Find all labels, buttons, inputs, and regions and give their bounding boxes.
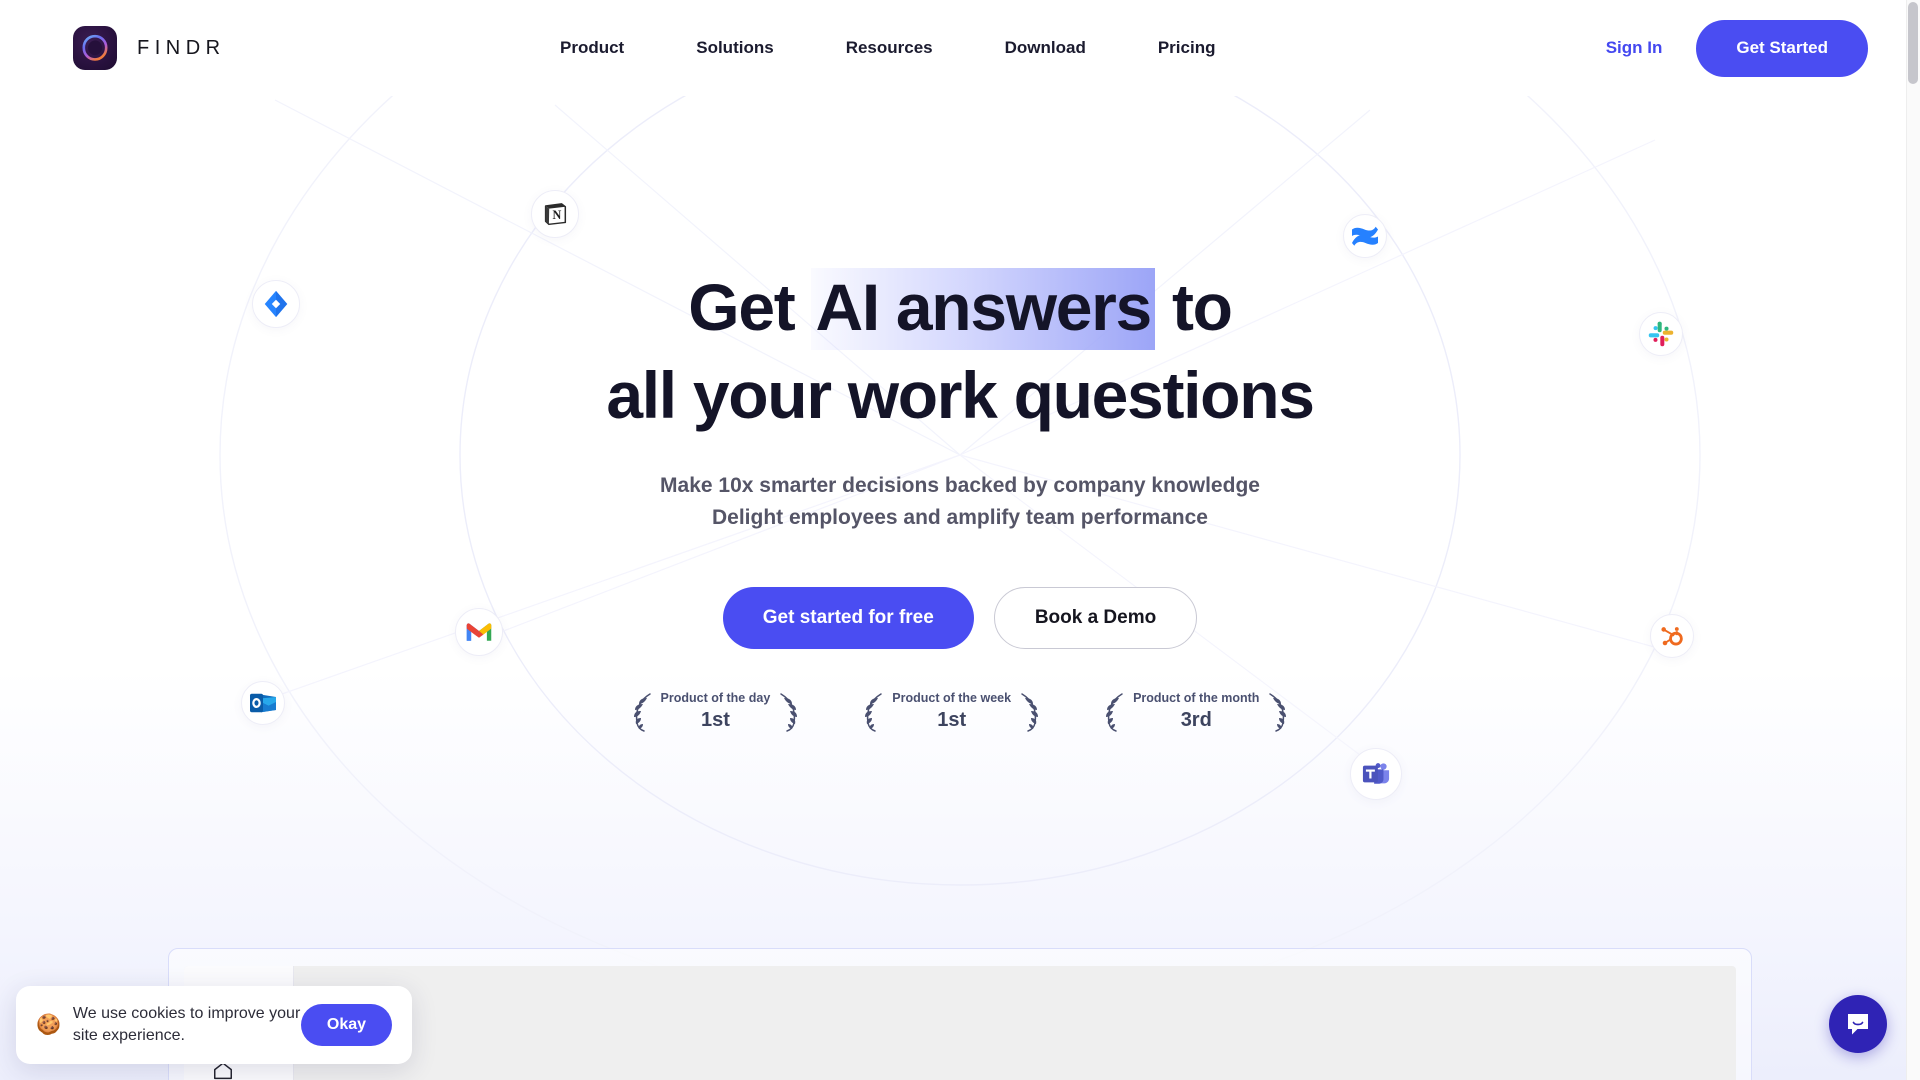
award-title: Product of the day [660,690,771,705]
laurel-right-icon [1021,693,1039,732]
award-rank: 3rd [1180,709,1212,732]
notion-icon[interactable]: N [531,190,579,238]
headline-line-2: all your work questions [606,358,1315,432]
page-scrollbar-track[interactable] [1906,0,1920,1080]
laurel-left-icon [865,693,883,732]
get-started-button[interactable]: Get Started [1696,19,1868,77]
nav-item-pricing[interactable]: Pricing [1158,28,1216,68]
hero-cta-row: Get started for free Book a Demo [0,587,1920,649]
award-badge-month: Product of the month 3rd [1101,690,1291,734]
cookie-accept-button[interactable]: Okay [300,1004,393,1046]
nav-item-resources[interactable]: Resources [846,28,933,68]
product-preview-screen [184,966,1736,1080]
award-badge-day: Product of the day 1st [629,690,803,734]
page-root: FINDR Product Solutions Resources Downlo… [0,0,1920,1080]
subheading-line-1: Make 10x smarter decisions backed by com… [660,474,1260,497]
page-title: Get AI answers to all your work question… [0,268,1920,432]
nav-item-product[interactable]: Product [560,28,624,68]
headline-prefix: Get [688,270,812,344]
nav-item-solutions[interactable]: Solutions [696,28,773,68]
microsoft-teams-icon[interactable] [1350,748,1402,800]
findr-ring-logo-icon [73,26,117,70]
cookie-consent-banner: 🍪 We use cookies to improve your site ex… [16,986,412,1064]
award-title: Product of the month [1133,690,1260,705]
confluence-icon[interactable] [1343,214,1387,258]
header-actions: Sign In Get Started [1606,19,1868,77]
brand-logo-link[interactable]: FINDR [73,26,226,70]
award-title: Product of the week [892,690,1012,705]
orbit-decoration [0,0,1920,1080]
subheading-line-2: Delight employees and amplify team perfo… [712,505,1208,529]
award-rank: 1st [937,709,967,732]
hero-subheading: Make 10x smarter decisions backed by com… [0,470,1920,534]
site-header: FINDR Product Solutions Resources Downlo… [0,0,1920,96]
laurel-left-icon [1106,693,1123,732]
nav-item-download[interactable]: Download [1005,28,1086,68]
sign-in-link[interactable]: Sign In [1606,38,1663,58]
award-badge-week: Product of the week 1st [860,690,1043,734]
page-scrollbar-thumb[interactable] [1908,2,1918,84]
award-rank: 1st [700,709,730,732]
laurel-right-icon [1269,693,1287,732]
award-badges: Product of the day 1st Product of the we… [0,690,1920,734]
headline-highlight: AI answers [811,268,1155,350]
brand-name: FINDR [137,36,226,59]
book-a-demo-button[interactable]: Book a Demo [993,587,1198,649]
cookie-icon: 🍪 [36,1014,61,1036]
svg-text:N: N [552,208,561,222]
headline-suffix: to [1154,270,1233,344]
laurel-right-icon [780,693,798,732]
get-started-free-button[interactable]: Get started for free [722,587,974,649]
intercom-chat-icon[interactable] [1829,995,1887,1053]
laurel-left-icon [633,693,651,732]
cookie-message: We use cookies to improve your site expe… [72,1005,301,1044]
headline-line-1: Get AI answers to [688,268,1233,350]
main-nav: Product Solutions Resources Download Pri… [560,28,1215,68]
